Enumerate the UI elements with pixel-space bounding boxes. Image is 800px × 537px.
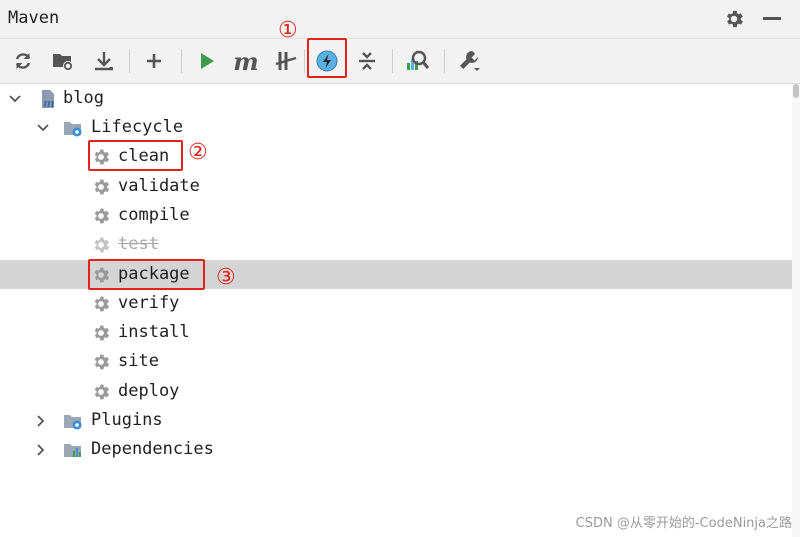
toggle-offline-icon[interactable]	[272, 47, 300, 75]
toolbar-separator	[181, 49, 182, 73]
scrollbar-thumb[interactable]	[793, 84, 799, 98]
gear-icon	[94, 179, 110, 195]
tree-node-goal[interactable]: install	[0, 318, 792, 347]
annotation-label-3: ③	[216, 265, 236, 290]
settings-wrench-icon[interactable]	[456, 47, 484, 75]
annotation-box-1	[307, 38, 347, 78]
tree-node-label: validate	[118, 176, 200, 196]
toolbar-separator	[392, 49, 393, 73]
maven-project-tree: m blog Lifecycle clean validate compile …	[0, 84, 792, 537]
tree-node-label: deploy	[118, 381, 180, 401]
tree-node-label: compile	[118, 205, 190, 225]
annotation-box-2	[88, 140, 183, 171]
svg-text:m: m	[43, 97, 55, 109]
gear-icon	[94, 296, 110, 312]
annotation-label-1: ①	[278, 18, 298, 43]
run-icon[interactable]	[193, 47, 221, 75]
generate-sources-icon[interactable]	[49, 47, 77, 75]
chevron-down-icon[interactable]	[36, 121, 50, 135]
chevron-down-icon[interactable]	[8, 92, 22, 106]
tree-node-label: install	[118, 322, 190, 342]
gear-icon	[94, 237, 110, 253]
tree-node-goal[interactable]: validate	[0, 172, 792, 201]
toolbar-separator	[304, 49, 305, 73]
maven-toolbar: m	[0, 38, 800, 84]
tree-node-label: Lifecycle	[91, 117, 184, 137]
gear-icon	[94, 384, 110, 400]
execute-goal-icon[interactable]: m	[232, 47, 260, 76]
tree-node-goal[interactable]: compile	[0, 201, 792, 230]
tree-node-goal-skipped[interactable]: test	[0, 230, 792, 259]
tree-node-label: Plugins	[91, 410, 163, 430]
tree-node-lifecycle[interactable]: Lifecycle	[0, 113, 792, 142]
tree-node-label: blog	[63, 88, 104, 108]
gear-icon	[94, 354, 110, 370]
chevron-right-icon[interactable]	[34, 414, 48, 428]
tree-node-label: site	[118, 351, 159, 371]
watermark: CSDN @从零开始的-CodeNinja之路	[575, 516, 792, 531]
annotation-box-3	[88, 259, 205, 290]
toolbar-separator	[444, 49, 445, 73]
tree-node-label: test	[118, 234, 159, 254]
maven-module-icon: m	[42, 90, 55, 109]
add-icon[interactable]	[140, 47, 168, 75]
toolbar-separator	[129, 49, 130, 73]
analyze-dependencies-icon[interactable]	[403, 47, 431, 75]
tree-node-project[interactable]: m blog	[0, 84, 792, 113]
tree-node-goal[interactable]: deploy	[0, 377, 792, 406]
gear-icon	[94, 325, 110, 341]
tree-node-plugins[interactable]: Plugins	[0, 406, 792, 435]
tree-node-goal[interactable]: site	[0, 347, 792, 376]
gear-icon	[94, 208, 110, 224]
annotation-label-2: ②	[188, 140, 208, 165]
lifecycle-folder-icon	[64, 122, 82, 137]
reload-icon[interactable]	[9, 47, 37, 75]
gear-icon[interactable]	[723, 8, 745, 30]
vertical-scrollbar[interactable]	[792, 84, 800, 537]
plugins-folder-icon	[64, 415, 82, 430]
tool-window-header: Maven	[0, 0, 800, 39]
tree-node-label: verify	[118, 293, 180, 313]
dependencies-folder-icon	[64, 444, 81, 457]
download-icon[interactable]	[90, 47, 118, 75]
tree-node-goal[interactable]: verify	[0, 289, 792, 318]
chevron-right-icon[interactable]	[34, 443, 48, 457]
tool-window-title: Maven	[8, 8, 60, 28]
tree-node-label: Dependencies	[91, 439, 214, 459]
minimize-icon[interactable]	[763, 17, 781, 20]
collapse-all-icon[interactable]	[353, 47, 381, 75]
tree-node-dependencies[interactable]: Dependencies	[0, 435, 792, 464]
